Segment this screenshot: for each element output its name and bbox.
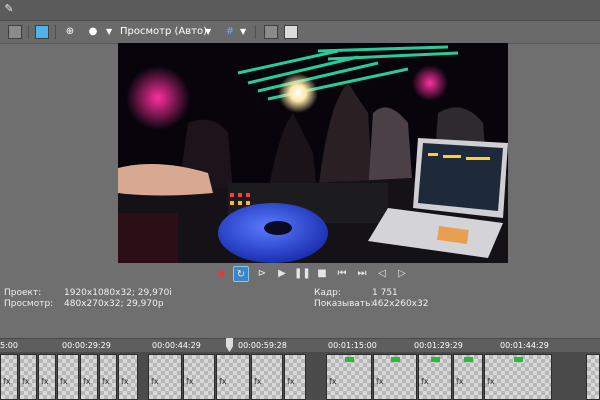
save-icon[interactable] xyxy=(284,25,298,39)
timeline-clip[interactable]: fx xyxy=(148,354,182,400)
copy-icon[interactable] xyxy=(264,25,278,39)
chevron-down-icon[interactable]: ▼ xyxy=(106,24,116,40)
ruler-tick: 5:00 xyxy=(0,341,18,350)
timeline-ruler[interactable]: 5:00 00:00:29:29 00:00:44:29 00:00:59:28… xyxy=(0,338,600,353)
timeline-clip[interactable]: fx xyxy=(80,354,98,400)
fx-icon: fx xyxy=(219,377,227,386)
fx-icon: fx xyxy=(3,377,11,386)
preview-info: Проект: 1920x1080x32; 29,970i Просмотр: … xyxy=(0,286,600,312)
preview-toolbar: ⊕ ● ▼ Просмотр (Авто) ▼ # ▼ xyxy=(0,21,600,44)
timeline-clip[interactable]: fx xyxy=(484,354,552,400)
timeline-clip[interactable] xyxy=(586,354,600,400)
preview-frame-image xyxy=(118,43,508,263)
frame-value: 1 751 xyxy=(372,288,398,298)
fx-icon: fx xyxy=(83,377,91,386)
circle-icon[interactable]: ● xyxy=(86,24,100,40)
clip-tag-icon xyxy=(464,357,473,362)
record-button[interactable]: ◉ xyxy=(214,266,230,282)
clip-tag-icon xyxy=(431,357,440,362)
monitor-icon[interactable] xyxy=(35,25,49,39)
transport-controls: ◉ ↻ ⊳ ▶ ❚❚ ■ ⏮ ⏭ ◁ ▷ xyxy=(0,264,600,284)
timeline-clip[interactable]: fx xyxy=(19,354,37,400)
play-button[interactable]: ▶ xyxy=(274,266,290,282)
fx-icon: fx xyxy=(41,377,49,386)
chevron-down-icon[interactable]: ▼ xyxy=(205,24,215,40)
display-value: 462x260x32 xyxy=(372,299,429,309)
top-strip: ✎ xyxy=(0,0,600,21)
ruler-tick: 00:00:59:28 xyxy=(238,341,287,350)
pin-icon[interactable]: ✎ xyxy=(2,2,16,16)
fx-icon: fx xyxy=(121,377,129,386)
fx-icon: fx xyxy=(487,377,495,386)
fx-icon: fx xyxy=(287,377,295,386)
fx-icon: fx xyxy=(186,377,194,386)
next-frame-button[interactable]: ▷ xyxy=(394,266,410,282)
fx-icon: fx xyxy=(151,377,159,386)
loop-button[interactable]: ↻ xyxy=(233,266,249,282)
preview-label: Просмотр: xyxy=(4,299,54,309)
ruler-tick: 00:01:15:00 xyxy=(328,341,377,350)
grid-icon[interactable]: # xyxy=(223,24,237,40)
toolbar-divider xyxy=(255,25,256,39)
timeline-clip[interactable]: fx xyxy=(99,354,117,400)
video-track: fx fx fx fx fx fx fx fx fx fx fx fx fx f… xyxy=(0,352,600,400)
stop-button[interactable]: ■ xyxy=(314,266,330,282)
ruler-tick: 00:01:44:29 xyxy=(500,341,549,350)
fx-icon: fx xyxy=(102,377,110,386)
previous-frame-button[interactable]: ◁ xyxy=(374,266,390,282)
split-icon[interactable]: ⊕ xyxy=(63,24,77,40)
clip-tag-icon xyxy=(391,357,400,362)
project-value: 1920x1080x32; 29,970i xyxy=(64,288,172,298)
ruler-tick: 00:01:29:29 xyxy=(414,341,463,350)
timeline-clip[interactable]: fx xyxy=(183,354,215,400)
timeline-clip[interactable]: fx xyxy=(284,354,306,400)
fx-icon: fx xyxy=(254,377,262,386)
fx-icon: fx xyxy=(456,377,464,386)
preview-mode-select[interactable]: Просмотр (Авто) xyxy=(120,24,207,40)
ruler-tick: 00:00:29:29 xyxy=(62,341,111,350)
fx-icon: fx xyxy=(421,377,429,386)
play-from-start-button[interactable]: ⊳ xyxy=(254,266,270,282)
toolbar-divider xyxy=(28,25,29,39)
project-label: Проект: xyxy=(4,288,42,298)
timeline-clip[interactable]: fx xyxy=(418,354,452,400)
clip-tag-icon xyxy=(345,357,354,362)
go-to-end-button[interactable]: ⏭ xyxy=(354,266,370,282)
toolbar-divider xyxy=(55,25,56,39)
video-preview xyxy=(118,43,508,263)
timeline-clip[interactable]: fx xyxy=(326,354,372,400)
go-to-start-button[interactable]: ⏮ xyxy=(334,266,350,282)
timeline-clip[interactable]: fx xyxy=(57,354,79,400)
fx-icon: fx xyxy=(60,377,68,386)
fx-icon: fx xyxy=(22,377,30,386)
timeline-clip[interactable]: fx xyxy=(373,354,417,400)
timeline-clip[interactable]: fx xyxy=(0,354,18,400)
chevron-down-icon[interactable]: ▼ xyxy=(240,24,250,40)
timeline-clip[interactable]: fx xyxy=(216,354,250,400)
pause-button[interactable]: ❚❚ xyxy=(294,266,311,282)
properties-icon[interactable] xyxy=(8,25,22,39)
timeline-clip[interactable]: fx xyxy=(453,354,483,400)
timeline-clip[interactable]: fx xyxy=(118,354,138,400)
frame-label: Кадр: xyxy=(314,288,341,298)
display-label: Показывать: xyxy=(314,299,374,309)
clip-tag-icon xyxy=(514,357,523,362)
timeline-clip[interactable]: fx xyxy=(38,354,56,400)
ruler-tick: 00:00:44:29 xyxy=(152,341,201,350)
timeline-clip[interactable]: fx xyxy=(251,354,283,400)
preview-value: 480x270x32; 29,970p xyxy=(64,299,164,309)
fx-icon: fx xyxy=(376,377,384,386)
fx-icon: fx xyxy=(329,377,337,386)
